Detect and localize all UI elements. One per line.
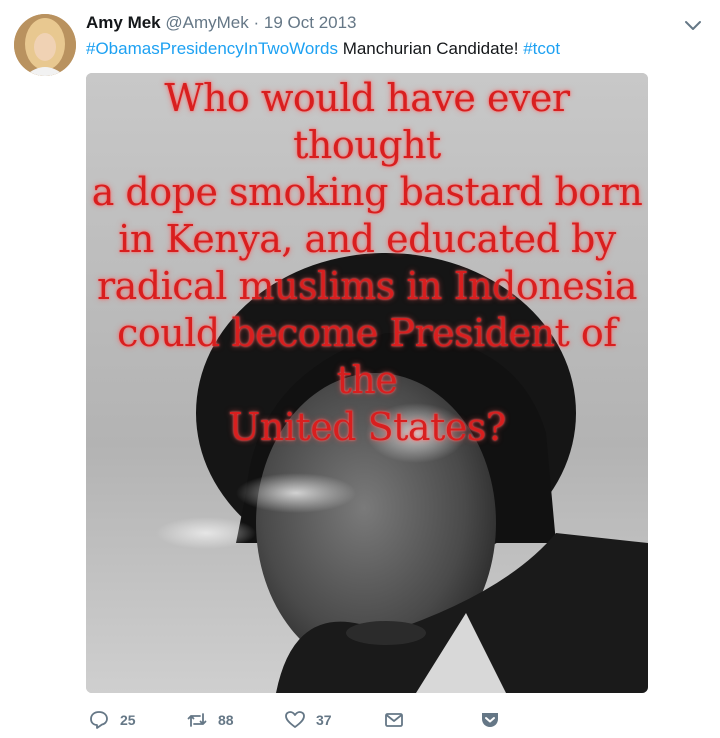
hashtag-link[interactable]: #ObamasPresidencyInTwoWords	[86, 39, 338, 58]
chevron-down-icon[interactable]	[682, 14, 704, 36]
hashtag-link[interactable]: #tcot	[523, 39, 560, 58]
pocket-button[interactable]	[479, 708, 501, 732]
author-name[interactable]: Amy Mek	[86, 13, 161, 32]
like-count: 37	[316, 712, 332, 728]
like-button[interactable]: 37	[284, 708, 332, 732]
retweet-count: 88	[218, 712, 234, 728]
direct-message-button[interactable]	[383, 708, 405, 732]
tweet-text: #ObamasPresidencyInTwoWords Manchurian C…	[86, 38, 560, 60]
reply-icon	[90, 711, 108, 729]
overlay-line: radical muslims in Indonesia	[96, 264, 638, 308]
reply-count: 25	[120, 712, 136, 728]
reply-button[interactable]: 25	[88, 708, 136, 732]
avatar-image	[14, 14, 76, 76]
avatar[interactable]	[14, 14, 76, 76]
overlay-line: United States?	[228, 405, 506, 449]
pocket-icon	[482, 713, 498, 727]
retweet-icon	[187, 713, 207, 727]
overlay-line: Who would have ever thought	[164, 76, 570, 167]
overlay-line: a dope smoking bastard born	[91, 170, 643, 214]
image-overlay-text: Who would have ever thought a dope smoki…	[86, 75, 648, 451]
tweet-date[interactable]: 19 Oct 2013	[264, 13, 357, 32]
overlay-line: could become President of the	[117, 311, 617, 402]
author-handle[interactable]: @AmyMek	[165, 13, 248, 32]
retweet-button[interactable]: 88	[186, 708, 234, 732]
like-icon	[285, 711, 305, 728]
tweet-body: Manchurian Candidate!	[337, 39, 524, 58]
message-icon	[385, 713, 403, 727]
separator-dot: ·	[253, 13, 260, 32]
tweet-actions: 25 88 37	[86, 708, 646, 732]
tweet-header: Amy Mek @AmyMek · 19 Oct 2013	[86, 12, 357, 34]
tweet-image[interactable]: Who would have ever thought a dope smoki…	[86, 73, 648, 693]
overlay-line: in Kenya, and educated by	[118, 217, 616, 261]
